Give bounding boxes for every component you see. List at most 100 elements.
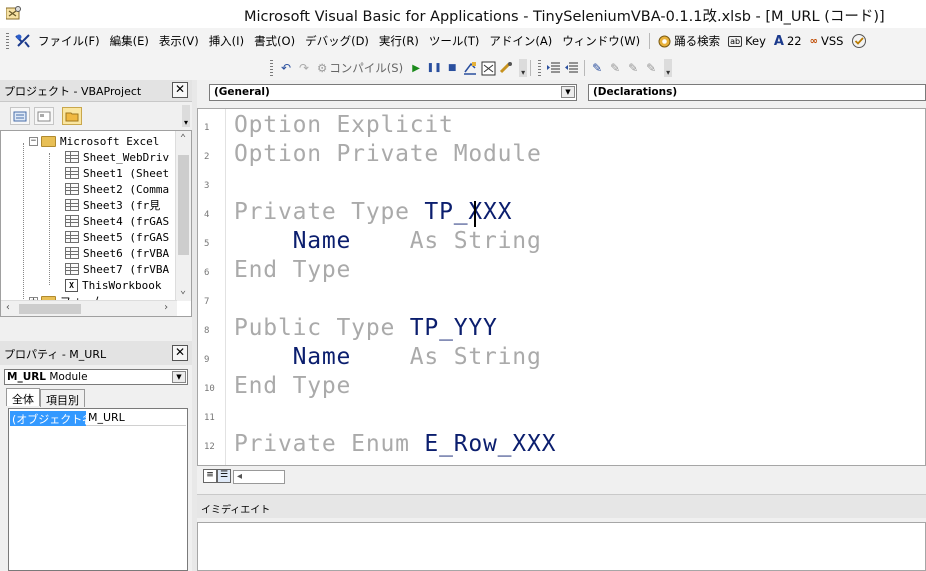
next-bookmark-icon[interactable]: ✎ [642, 59, 660, 77]
key-button[interactable]: ab Key [724, 34, 770, 48]
scroll-down-icon[interactable]: ⌄ [180, 285, 186, 296]
code-line[interactable]: Private Enum E_Row_XXX [234, 431, 556, 457]
project-close-icon[interactable]: ✕ [172, 82, 188, 98]
property-row[interactable]: (オブジェクト名) M_URL [10, 411, 186, 426]
text-cursor [474, 201, 476, 227]
full-module-view-icon[interactable]: ☰ [217, 469, 231, 483]
chevron-down-icon[interactable]: ▼ [172, 371, 186, 383]
project-toolbar-chevron[interactable]: ▾ [182, 105, 190, 127]
uncomment-block-icon[interactable]: ✎ [606, 59, 624, 77]
toggle-bookmark-icon[interactable]: ✎ [624, 59, 642, 77]
menu-view[interactable]: 表示(V) [154, 33, 204, 49]
code-line[interactable]: Option Explicit [234, 112, 454, 138]
vba-editor-window: Microsoft Visual Basic for Applications … [0, 0, 926, 571]
scroll-left-icon[interactable]: ◂ [237, 471, 242, 482]
procedure-combo[interactable]: (Declarations) [588, 84, 926, 101]
vss-button[interactable]: ∞ VSS [806, 34, 848, 48]
property-value[interactable]: M_URL [86, 411, 186, 426]
tree-node-sheet[interactable]: Sheet3 (fr見 [65, 197, 160, 213]
stop-icon[interactable]: ■ [443, 59, 461, 77]
tree-node-sheet[interactable]: Sheet_WebDriv [65, 149, 169, 165]
menu-addins[interactable]: アドイン(A) [484, 33, 557, 49]
scroll-up-icon[interactable]: ⌃ [180, 133, 186, 144]
code-line[interactable]: Public Type TP_YYY [234, 315, 498, 341]
object-browser-icon[interactable] [479, 59, 497, 77]
compile-icon: ⚙ [317, 61, 328, 75]
line-number: 7 [204, 297, 210, 307]
tree-node-sheet[interactable]: Sheet4 (frGAS [65, 213, 169, 229]
design-mode-icon[interactable] [461, 59, 479, 77]
tree-node-sheet[interactable]: Sheet6 (frVBA [65, 245, 169, 261]
menu-window[interactable]: ウィンドウ(W) [557, 33, 645, 49]
code-line[interactable]: End Type [234, 373, 351, 399]
tree-node-workbook[interactable]: X ThisWorkbook [65, 277, 161, 293]
menu-debug[interactable]: デバッグ(D) [300, 33, 374, 49]
scroll-left-icon[interactable]: ‹ [5, 302, 11, 313]
outdent-icon[interactable] [563, 59, 581, 77]
tree-node-sheet[interactable]: Sheet5 (frGAS [65, 229, 169, 245]
object-combo[interactable]: (General) ▼ [209, 84, 577, 101]
toggle-folders-icon[interactable] [62, 107, 82, 125]
menu-file[interactable]: ファイル(F) [33, 33, 105, 49]
tree-node-label: Sheet7 (frVBA [83, 262, 170, 276]
toolbar-grip[interactable] [538, 60, 542, 76]
code-line[interactable]: Name As String [234, 344, 542, 370]
tree-node-sheet[interactable]: Sheet2 (Comma [65, 181, 169, 197]
scroll-thumb[interactable] [178, 155, 189, 255]
undo-icon[interactable]: ↶ [277, 59, 295, 77]
run-icon[interactable]: ▶ [407, 59, 425, 77]
worksheet-icon [65, 183, 79, 195]
toolbar-separator [530, 60, 532, 76]
procedure-view-icon[interactable]: ≡ [203, 469, 217, 483]
code-horizontal-scrollbar[interactable]: ◂ [233, 470, 285, 484]
font-size-button[interactable]: A 22 [770, 34, 806, 49]
chevron-down-icon[interactable]: ▼ [561, 86, 575, 98]
tree-node-sheet[interactable]: Sheet7 (frVBA [65, 261, 169, 277]
toolbar-grip[interactable] [6, 33, 9, 49]
menu-edit[interactable]: 編集(E) [105, 33, 154, 49]
code-line[interactable]: End Type [234, 257, 351, 283]
redo-icon[interactable]: ↷ [295, 59, 313, 77]
view-code-icon[interactable] [10, 107, 30, 125]
workbook-icon: X [65, 278, 78, 292]
immediate-panel-title: イミディエイト [201, 505, 271, 516]
object-selector[interactable]: M_URL Module ▼ [4, 369, 188, 385]
collapse-icon[interactable]: − [29, 136, 38, 146]
odoru-search-button[interactable]: 踊る検索 [654, 33, 724, 49]
menu-tools[interactable]: ツール(T) [424, 33, 485, 49]
view-object-icon[interactable] [34, 107, 54, 125]
tab-alphabetic[interactable]: 全体 [6, 388, 40, 406]
compile-label: コンパイル(S) [329, 61, 404, 75]
toolbar-grip[interactable] [270, 60, 273, 76]
properties-close-icon[interactable]: ✕ [172, 345, 188, 361]
excel-view-icon[interactable] [13, 32, 33, 50]
compile-button[interactable]: ⚙ コンパイル(S) [313, 60, 407, 76]
project-horizontal-scrollbar[interactable]: ‹ › [1, 300, 177, 316]
project-vertical-scrollbar[interactable]: ⌃ ⌄ [175, 131, 191, 301]
key-label: Key [745, 34, 766, 48]
tree-node-excel-objects[interactable]: − Microsoft Excel [29, 133, 159, 149]
tree-node-label: Sheet2 (Comma [83, 182, 170, 196]
menu-insert[interactable]: 挿入(I) [204, 33, 249, 49]
menu-run[interactable]: 実行(R) [374, 33, 424, 49]
check-circle-icon[interactable] [851, 33, 867, 49]
immediate-window[interactable] [197, 522, 926, 571]
scroll-right-icon[interactable]: › [163, 302, 169, 313]
scroll-thumb[interactable] [19, 304, 81, 314]
code-line[interactable]: Option Private Module [234, 141, 542, 167]
pause-icon[interactable]: ❚❚ [425, 59, 443, 77]
code-line[interactable]: Name As String [234, 228, 542, 254]
tree-node-sheet[interactable]: Sheet1 (Sheet [65, 165, 169, 181]
comment-block-icon[interactable]: ✎ [588, 59, 606, 77]
code-line[interactable]: Private Type TP_XXX [234, 199, 512, 225]
menu-format[interactable]: 書式(O) [249, 33, 300, 49]
code-identifier: TP_YYY [409, 315, 498, 341]
tab-categorized[interactable]: 項目別 [40, 389, 85, 407]
code-editor[interactable]: 1 2 3 4 5 6 7 8 9 10 11 12 Option Explicit Option Pr… [197, 108, 926, 466]
toolbox-icon[interactable] [497, 59, 515, 77]
toolbar-overflow-chevron[interactable]: ▾ [664, 59, 673, 77]
toolbar-overflow-chevron[interactable]: ▾ [519, 59, 528, 77]
indent-icon[interactable] [545, 59, 563, 77]
menu-separator [649, 33, 651, 49]
worksheet-icon [65, 247, 79, 259]
